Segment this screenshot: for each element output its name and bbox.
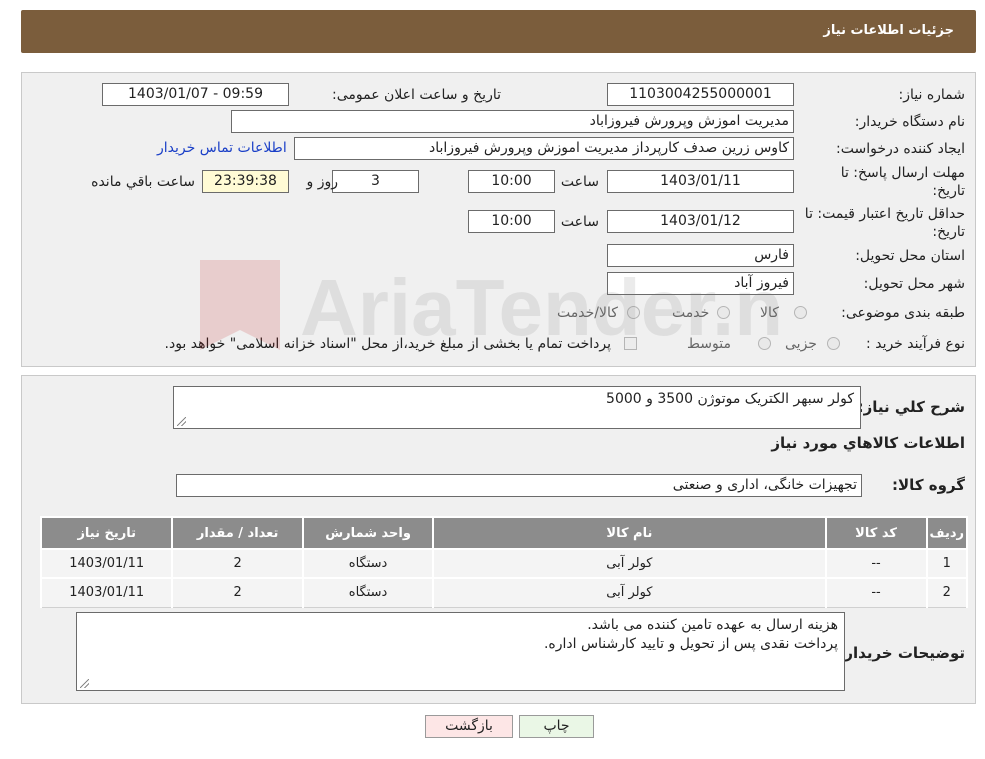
description-label: شرح کلي نياز:: [857, 398, 965, 416]
cell-date: 1403/01/11: [39, 577, 174, 608]
category-option-goods-service: کالا/خدمت: [557, 305, 618, 321]
cell-qty: 2: [171, 577, 304, 608]
validity-time-field: 10:00: [468, 210, 555, 233]
remaining-time-label: ساعت باقي مانده: [91, 174, 195, 190]
goods-group-field: تجهیزات خانگی، اداری و صنعتی: [176, 474, 862, 497]
process-option-medium: متوسط: [687, 336, 731, 352]
back-button[interactable]: بازگشت: [425, 715, 513, 738]
buyer-org-field: مدیریت اموزش وپرورش فیروزاباد: [231, 110, 794, 133]
requester-field: کاوس زرین صدف کارپرداز مدیریت اموزش وپرو…: [294, 137, 794, 160]
table-header-row: رديف کد کالا نام کالا واحد شمارش تعداد /…: [39, 516, 969, 550]
process-option-partial: جزیی: [785, 336, 817, 352]
buyer-notes-line-2: پرداخت نقدی پس از تحویل و تایید کارشناس …: [543, 636, 838, 652]
buyer-notes-label: توضیحات خریدار:: [838, 644, 965, 662]
cell-code: --: [824, 577, 928, 608]
page-title: جزئیات اطلاعات نیاز: [823, 23, 954, 38]
cell-name: کولر آبی: [432, 548, 827, 579]
cell-date: 1403/01/11: [39, 548, 174, 579]
goods-group-label: گروه کالا:: [892, 476, 965, 494]
cell-name: کولر آبی: [432, 577, 827, 608]
remaining-time-field: 23:39:38: [202, 170, 289, 193]
description-field[interactable]: کولر سبهر الکتریک موتوژن 3500 و 5000: [173, 386, 861, 429]
payment-note: پرداخت تمام یا بخشی از مبلغ خرید،از محل …: [164, 336, 611, 352]
deadline-label-2: تاریخ:: [932, 183, 965, 199]
cell-code: --: [824, 548, 928, 579]
days-label: روز و: [306, 174, 339, 190]
validity-label-2: تاریخ:: [932, 224, 965, 240]
buyer-notes-field[interactable]: هزینه ارسال به عهده تامین کننده می باشد.…: [76, 612, 845, 691]
validity-time-label: ساعت: [560, 214, 599, 230]
need-number-label: شماره نیاز:: [898, 87, 966, 103]
validity-label: حداقل تاریخ اعتبار قیمت: تا: [804, 206, 965, 222]
description-text: کولر سبهر الکتریک موتوژن 3500 و 5000: [606, 391, 854, 407]
goods-table: رديف کد کالا نام کالا واحد شمارش تعداد /…: [39, 516, 969, 608]
days-field: 3: [332, 170, 419, 193]
treasury-checkbox[interactable]: [624, 337, 637, 350]
category-radio-service[interactable]: [717, 306, 730, 319]
category-label: طبقه بندی موضوعی:: [841, 305, 965, 321]
process-radio-medium[interactable]: [758, 337, 771, 350]
deadline-time-field: 10:00: [468, 170, 555, 193]
col-code-header: کد کالا: [824, 516, 928, 550]
category-option-goods: کالا: [760, 305, 779, 321]
deadline-time-label: ساعت: [560, 174, 599, 190]
province-label: استان محل تحویل:: [855, 248, 965, 264]
print-button[interactable]: چاپ: [519, 715, 594, 738]
resize-grip-icon[interactable]: [80, 679, 89, 688]
need-number-field: 1103004255000001: [607, 83, 794, 106]
province-field: فارس: [607, 244, 794, 267]
buyer-contact-link[interactable]: اطلاعات تماس خریدار: [157, 140, 287, 156]
resize-grip-icon[interactable]: [177, 417, 186, 426]
table-row: 2 -- کولر آبی دستگاه 2 1403/01/11: [39, 577, 969, 608]
process-label: نوع فرآیند خرید :: [866, 336, 965, 352]
category-radio-goods-service[interactable]: [627, 306, 640, 319]
buyer-notes-line-1: هزینه ارسال به عهده تامین کننده می باشد.: [587, 617, 838, 633]
cell-row: 2: [925, 577, 969, 608]
requester-label: ایجاد کننده درخواست:: [836, 141, 965, 157]
city-label: شهر محل تحویل:: [863, 276, 965, 292]
cell-unit: دستگاه: [301, 548, 435, 579]
deadline-label: مهلت ارسال پاسخ: تا: [840, 165, 965, 181]
cell-unit: دستگاه: [301, 577, 435, 608]
col-date-header: تاريخ نياز: [39, 516, 174, 550]
col-name-header: نام کالا: [432, 516, 827, 550]
cell-qty: 2: [171, 548, 304, 579]
category-radio-goods[interactable]: [794, 306, 807, 319]
table-row: 1 -- کولر آبی دستگاه 2 1403/01/11: [39, 548, 969, 579]
buyer-org-label: نام دستگاه خریدار:: [854, 114, 965, 130]
goods-panel: شرح کلي نياز: کولر سبهر الکتریک موتوژن 3…: [21, 375, 976, 704]
announce-datetime-field: 1403/01/07 - 09:59: [102, 83, 289, 106]
city-field: فیروز آباد: [607, 272, 794, 295]
page-header: جزئیات اطلاعات نیاز: [21, 10, 976, 53]
need-info-panel: شماره نیاز: 1103004255000001 تاریخ و ساع…: [21, 72, 976, 367]
col-qty-header: تعداد / مقدار: [171, 516, 304, 550]
col-row-header: رديف: [925, 516, 969, 550]
announce-datetime-label: تاریخ و ساعت اعلان عمومی:: [332, 87, 501, 103]
process-radio-partial[interactable]: [827, 337, 840, 350]
category-option-service: خدمت: [672, 305, 710, 321]
col-unit-header: واحد شمارش: [301, 516, 435, 550]
deadline-date-field: 1403/01/11: [607, 170, 794, 193]
goods-info-title: اطلاعات کالاهاي مورد نياز: [771, 434, 965, 452]
validity-date-field: 1403/01/12: [607, 210, 794, 233]
cell-row: 1: [925, 548, 969, 579]
